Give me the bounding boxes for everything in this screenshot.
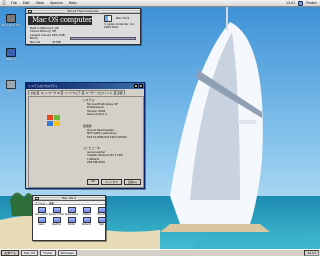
tab-hardware[interactable]: ハードウェア <box>62 90 83 95</box>
finder-item-label: Documents <box>35 213 48 216</box>
tab-advanced[interactable]: 詳細 <box>114 90 125 95</box>
app-memory-value: 32 MB <box>52 39 61 44</box>
tab-user-profile[interactable]: ユーザー プロファイル <box>82 90 115 95</box>
system-section: システム: Microsoft Windows XP Professional … <box>83 98 118 117</box>
menu-bar:  File Edit View Special Help 12:01 Find… <box>0 0 320 7</box>
finder-item-label: Utilities <box>82 213 91 216</box>
finder-item-label: System Folder <box>48 213 65 216</box>
app-name-label: Mac OS <box>30 39 41 44</box>
finder-titlebar[interactable]: Mac OS 9 <box>33 196 105 201</box>
computer-line: 256 MB RAM <box>87 160 105 165</box>
menu-clock[interactable]: 12:01 <box>286 1 295 5</box>
menu-edit[interactable]: Edit <box>20 1 33 5</box>
sysprops-buttons: OK キャンセル 適用(A) <box>87 179 141 185</box>
finder-window: Mac OS 9 ファイル 編集 Documents System Folder… <box>32 195 106 241</box>
system-tray-clock[interactable]: 12:01 <box>304 250 319 256</box>
desktop-icon-label: Macintosh HD <box>2 24 20 27</box>
cancel-button[interactable]: キャンセル <box>101 179 122 185</box>
ok-button[interactable]: OK <box>87 179 100 185</box>
help-icon[interactable]: ? <box>134 84 138 88</box>
menu-help[interactable]: Help <box>66 1 80 5</box>
finder-item[interactable]: Users <box>35 217 48 226</box>
trash-icon <box>6 80 16 89</box>
finder-item-label: Mac OS <box>97 213 106 216</box>
finder-menu-file[interactable]: ファイル <box>35 201 45 205</box>
close-box-icon[interactable] <box>28 9 32 13</box>
finder-item[interactable]: Mac OS <box>95 207 108 216</box>
app-name[interactable]: Finder <box>306 1 317 5</box>
close-box-icon[interactable] <box>35 196 39 200</box>
network-icon <box>6 48 16 57</box>
about-window: About This Computer Mac OS computer Mac … <box>25 8 141 45</box>
taskbar-task[interactable]: Finder <box>40 250 56 256</box>
desktop-icon-label: Trash <box>7 90 15 93</box>
tab-general[interactable]: 全般 <box>28 90 39 95</box>
memory-info: Built-in Memory: 1 GB Virtual Memory: Off … <box>30 26 138 44</box>
about-title: About This Computer <box>65 9 101 13</box>
about-version: Mac OS 9 <box>116 16 130 20</box>
menu-special[interactable]: Special <box>47 1 66 5</box>
menu-bar-right: 12:01 Finder <box>286 0 320 6</box>
finder-item[interactable]: Desktop <box>50 217 63 226</box>
desktop-icon-hd[interactable]: Macintosh HD <box>2 14 20 27</box>
menu-file[interactable]: File <box>8 1 20 5</box>
finder-icon-grid: Documents System Folder Applications Uti… <box>33 205 108 228</box>
desktop-icon-trash[interactable]: Trash <box>2 80 20 93</box>
system-properties-window: システムのプロパティ ? × 全般 ネットワーク ID ハードウェア ユーザー … <box>25 82 145 189</box>
finder-item[interactable]: Documents <box>35 207 48 216</box>
close-icon[interactable]: × <box>139 84 143 88</box>
finder-item[interactable]: Applications <box>65 207 78 216</box>
sysprops-general-panel: システム: Microsoft Windows XP Professional … <box>28 96 144 188</box>
about-titlebar[interactable]: About This Computer <box>26 9 140 14</box>
taskbar: スタート Mac OS Finder Windows 12:01 <box>0 249 320 256</box>
taskbar-task[interactable]: Windows <box>57 250 77 256</box>
app-memory-row: Mac OS 32 MB <box>30 39 138 44</box>
hard-disk-icon <box>6 14 16 23</box>
computer-section: コンピュータ: GenuineIntel Intel(R) Pentium(R)… <box>83 146 123 165</box>
menu-view[interactable]: View <box>33 1 47 5</box>
windows-logo-icon <box>47 115 61 127</box>
about-banner: Mac OS computer <box>28 16 92 25</box>
mac-os-logo-icon <box>104 15 112 22</box>
finder-item[interactable]: System Folder <box>48 207 65 216</box>
system-line: Service Pack 1 <box>87 112 108 117</box>
memory-usage-bar <box>70 37 136 40</box>
finder-item-label: Help <box>99 223 104 226</box>
user-line: 55274-OEM-0011903-00102 <box>87 134 127 139</box>
taskbar-task[interactable]: Mac OS <box>21 250 39 256</box>
start-button[interactable]: スタート <box>1 250 20 256</box>
finder-item[interactable]: Printer <box>65 217 78 226</box>
apply-button[interactable]: 適用(A) <box>124 179 141 185</box>
finder-item[interactable]: Utilities <box>80 207 93 216</box>
finder-item[interactable]: Help <box>95 217 108 226</box>
finder-item[interactable]: Network <box>80 217 93 226</box>
desktop-icon-network[interactable]: Network <box>2 48 20 61</box>
user-section: 使用者: Oracle Readmaster NTT DATA Laborato… <box>83 124 127 139</box>
finder-title: Mac OS 9 <box>59 196 79 200</box>
sysprops-title: システムのプロパティ <box>28 84 58 88</box>
finder-menu-edit[interactable]: 編集 <box>49 201 54 205</box>
window-buttons: ? × <box>134 84 144 88</box>
desktop-icon-label: Network <box>5 58 17 61</box>
finder-app-icon[interactable] <box>298 0 304 6</box>
tab-network-id[interactable]: ネットワーク ID <box>38 90 63 95</box>
finder-item-label: Network <box>81 223 92 226</box>
finder-item-label: Printer <box>67 223 76 226</box>
apple-menu-icon[interactable]:  <box>0 1 8 6</box>
finder-item-label: Desktop <box>51 223 62 226</box>
finder-item-label: Users <box>38 223 45 226</box>
finder-item-label: Applications <box>64 213 79 216</box>
sysprops-tabs: 全般 ネットワーク ID ハードウェア ユーザー プロファイル 詳細 <box>26 89 144 95</box>
